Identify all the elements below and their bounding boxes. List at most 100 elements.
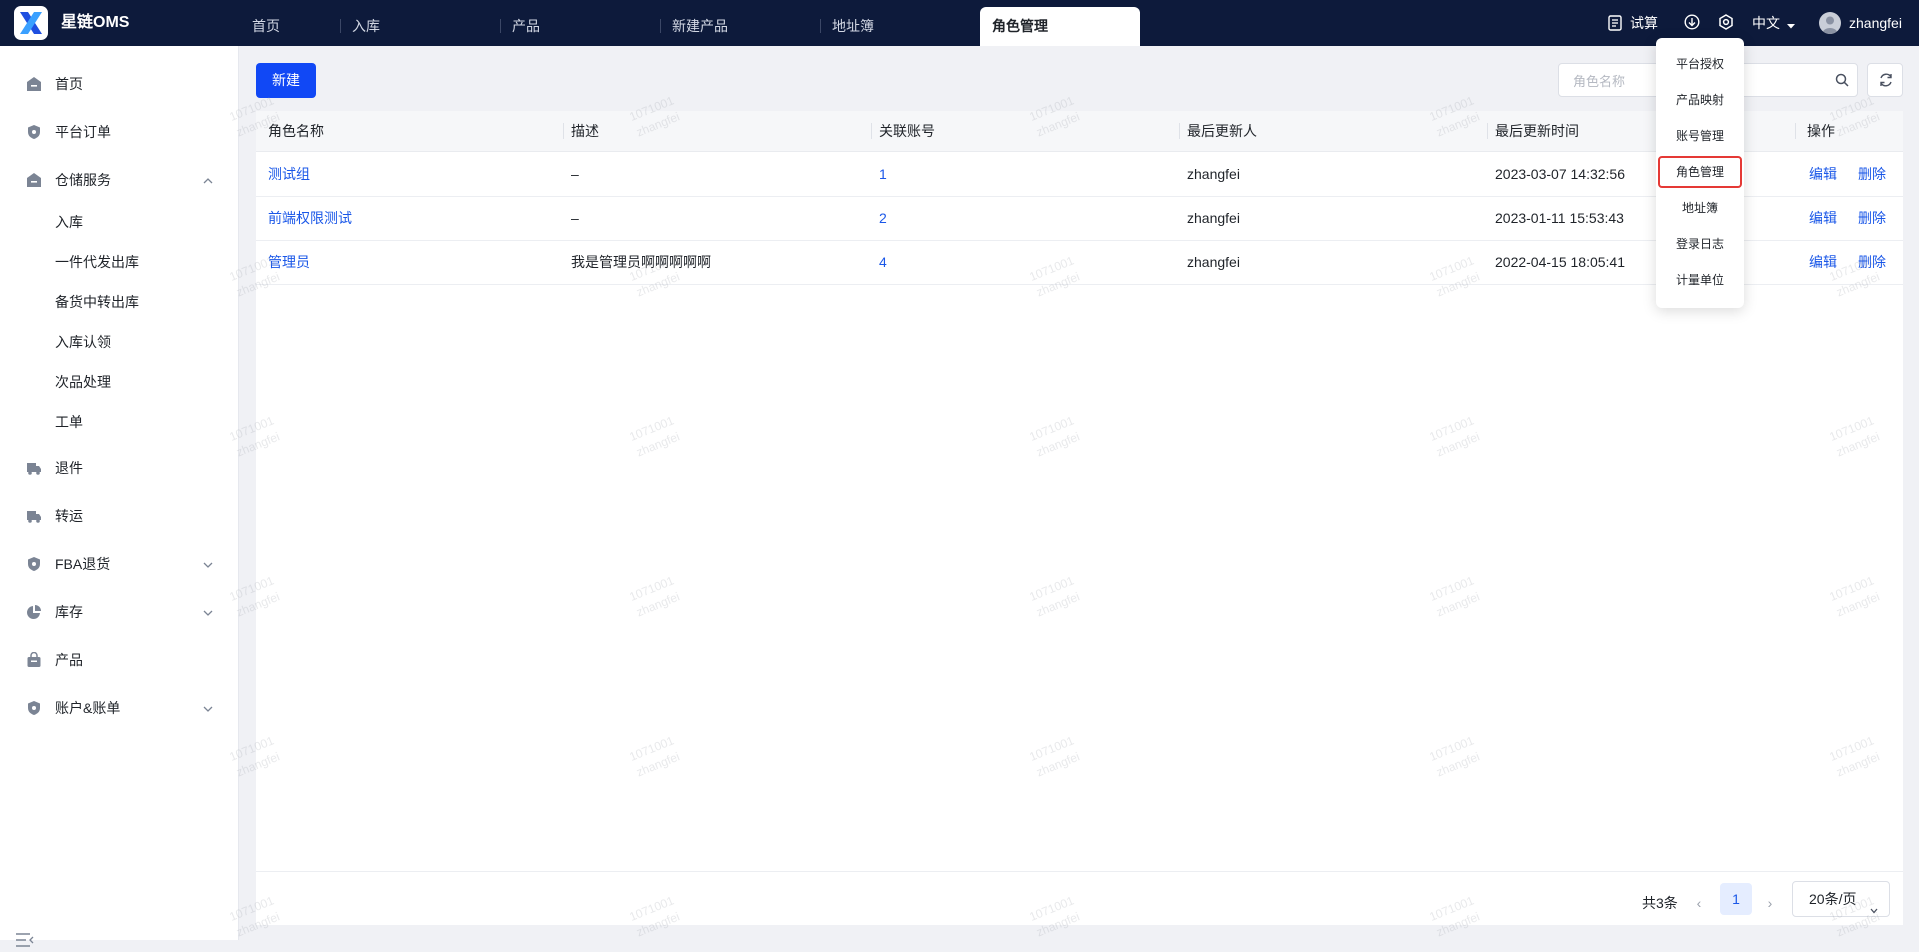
tab-divider (340, 19, 341, 33)
sidebar-item-label: FBA退货 (55, 556, 111, 572)
top-bar: 星链OMS 首页 入库 产品 新建产品 地址簿 角色管理 试算 中文 zhang… (0, 0, 1919, 46)
sidebar-subitem-inbound[interactable]: 入库 (0, 204, 238, 240)
download-icon[interactable] (1684, 14, 1700, 30)
avatar[interactable] (1819, 12, 1841, 34)
sidebar-subitem-label: 次品处理 (55, 374, 111, 390)
refresh-button[interactable] (1867, 63, 1903, 97)
truck-icon (26, 508, 42, 524)
page-size-value: 20条/页 (1809, 891, 1857, 907)
username[interactable]: zhangfei (1849, 0, 1902, 46)
sidebar-item-returns[interactable]: 退件 (0, 448, 238, 488)
last-updater: zhangfei (1187, 254, 1240, 270)
tab-inbound[interactable]: 入库 (352, 7, 380, 46)
sidebar-item-label: 产品 (55, 652, 83, 668)
last-update-time: 2023-01-11 15:53:43 (1495, 210, 1624, 226)
sidebar-item-fba-returns[interactable]: FBA退货 (0, 544, 238, 584)
linked-accounts-link[interactable]: 4 (879, 240, 887, 284)
chevron-down-icon (202, 606, 214, 618)
sidebar-item-label: 库存 (55, 604, 83, 620)
prev-page-icon[interactable]: ‹ (1689, 886, 1709, 920)
sidebar-subitem-inbound-claim[interactable]: 入库认领 (0, 324, 238, 360)
pagination-total: 共3条 (1642, 895, 1678, 911)
collapse-sidebar-icon[interactable] (16, 933, 34, 947)
tab-address-book[interactable]: 地址簿 (832, 7, 874, 46)
app-title: 星链OMS (61, 14, 130, 31)
menu-item-address-book[interactable]: 地址簿 (1656, 194, 1744, 222)
column-divider (1487, 123, 1488, 139)
column-divider (871, 123, 872, 139)
search-icon[interactable] (1835, 73, 1849, 87)
home-icon (26, 76, 42, 92)
delete-button[interactable]: 删除 (1858, 196, 1886, 240)
menu-item-platform-auth[interactable]: 平台授权 (1656, 50, 1744, 78)
tab-home[interactable]: 首页 (252, 7, 280, 46)
sidebar-subitem-transit-outbound[interactable]: 备货中转出库 (0, 284, 238, 320)
sidebar-item-warehouse-services[interactable]: 仓储服务 (0, 160, 238, 200)
tab-products[interactable]: 产品 (512, 7, 540, 46)
tab-divider (500, 19, 501, 33)
bag-icon (26, 651, 42, 668)
sidebar-item-inventory[interactable]: 库存 (0, 592, 238, 632)
role-name-link[interactable]: 前端权限测试 (268, 196, 352, 240)
settings-icon[interactable] (1718, 14, 1734, 30)
sidebar-subitem-ticket[interactable]: 工单 (0, 404, 238, 440)
tab-divider (660, 19, 661, 33)
sidebar-subitem-label: 工单 (55, 414, 83, 430)
menu-item-role-management[interactable]: 角色管理 (1658, 156, 1742, 188)
column-header-role-name: 角色名称 (268, 123, 324, 139)
edit-button[interactable]: 编辑 (1809, 240, 1837, 284)
last-update-time: 2022-04-15 18:05:41 (1495, 254, 1625, 270)
linked-accounts-link[interactable]: 1 (879, 152, 887, 196)
last-updater: zhangfei (1187, 166, 1240, 182)
tab-role-management[interactable]: 角色管理 (980, 7, 1140, 46)
delete-button[interactable]: 删除 (1858, 152, 1886, 196)
pie-chart-icon (26, 604, 42, 620)
refresh-icon (1878, 72, 1894, 88)
sidebar-subitem-label: 备货中转出库 (55, 294, 139, 310)
role-description: 我是管理员啊啊啊啊啊 (571, 254, 711, 270)
new-role-button[interactable]: 新建 (256, 63, 316, 98)
sidebar-item-transfer[interactable]: 转运 (0, 496, 238, 536)
column-header-last-update-time: 最后更新时间 (1495, 123, 1579, 139)
sidebar-item-home[interactable]: 首页 (0, 64, 238, 104)
column-divider (1795, 123, 1796, 139)
shield-icon (26, 556, 42, 572)
sidebar-item-label: 仓储服务 (55, 172, 111, 188)
menu-item-units[interactable]: 计量单位 (1656, 266, 1744, 294)
next-page-icon[interactable]: › (1760, 886, 1780, 920)
menu-item-login-log[interactable]: 登录日志 (1656, 230, 1744, 258)
role-name-link[interactable]: 测试组 (268, 152, 310, 196)
sidebar-item-label: 首页 (55, 76, 83, 92)
trial-calc-link[interactable]: 试算 (1630, 0, 1658, 46)
language-select[interactable]: 中文 (1752, 0, 1780, 46)
sidebar-subitem-defect[interactable]: 次品处理 (0, 364, 238, 400)
menu-item-product-mapping[interactable]: 产品映射 (1656, 86, 1744, 114)
edit-button[interactable]: 编辑 (1809, 196, 1837, 240)
caret-down-icon[interactable] (1786, 18, 1796, 29)
calculator-icon[interactable] (1608, 15, 1624, 31)
last-update-time: 2023-03-07 14:32:56 (1495, 166, 1625, 182)
sidebar-item-platform-orders[interactable]: 平台订单 (0, 112, 238, 152)
role-description: – (571, 166, 579, 182)
chevron-up-icon (202, 174, 214, 186)
app-logo[interactable] (14, 6, 48, 40)
shield-icon (26, 124, 42, 140)
sidebar-item-products[interactable]: 产品 (0, 640, 238, 680)
column-header-description: 描述 (571, 123, 599, 139)
menu-item-account-management[interactable]: 账号管理 (1656, 122, 1744, 150)
sidebar-item-label: 平台订单 (55, 124, 111, 140)
column-header-last-updater: 最后更新人 (1187, 123, 1257, 139)
page-size-select[interactable]: 20条/页 (1792, 881, 1890, 917)
role-name-link[interactable]: 管理员 (268, 240, 310, 284)
sidebar-subitem-label: 入库 (55, 214, 83, 230)
delete-button[interactable]: 删除 (1858, 240, 1886, 284)
truck-icon (26, 460, 42, 476)
sidebar-subitem-dropship[interactable]: 一件代发出库 (0, 244, 238, 280)
edit-button[interactable]: 编辑 (1809, 152, 1837, 196)
linked-accounts-link[interactable]: 2 (879, 196, 887, 240)
sidebar-subitem-label: 一件代发出库 (55, 254, 139, 270)
sidebar-item-accounts-billing[interactable]: 账户&账单 (0, 688, 238, 728)
column-divider (563, 123, 564, 139)
tab-new-product[interactable]: 新建产品 (672, 7, 728, 46)
pagination-page-1[interactable]: 1 (1720, 883, 1752, 915)
